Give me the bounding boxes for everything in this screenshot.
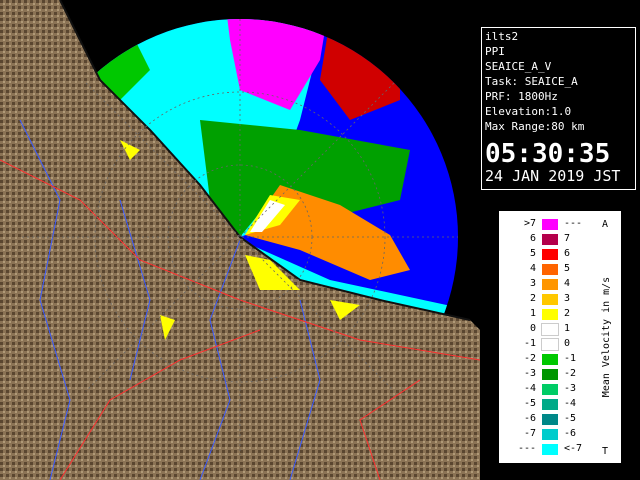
legend-swatch (542, 369, 558, 380)
product: PPI (485, 45, 505, 58)
legend-left-label: 3 (529, 278, 536, 289)
legend-left-label: >7 (523, 218, 536, 229)
legend-right-label: -6 (564, 428, 577, 439)
legend-right-label: -1 (564, 353, 577, 364)
legend-top-mark: A (602, 219, 608, 230)
legend-title-vertical: A Mean Velocity in m/s T (601, 219, 612, 457)
legend-right-label: -3 (564, 383, 577, 394)
legend-left-label: -3 (523, 368, 536, 379)
legend-left-label: 1 (529, 308, 536, 319)
legend-left-label: 0 (529, 323, 536, 334)
task: Task: SEAICE_A (485, 75, 578, 88)
legend-swatch (542, 354, 558, 365)
legend-bottom-mark: T (602, 446, 608, 457)
legend-left-label: -7 (523, 428, 536, 439)
legend-title: Mean Velocity in m/s (601, 277, 612, 397)
legend-left-label: --- (517, 443, 536, 454)
legend-right-label: 2 (564, 308, 571, 319)
legend-left-label: 6 (529, 233, 536, 244)
legend-right-label: 7 (564, 233, 571, 244)
legend-swatch (542, 309, 558, 320)
legend-swatch (542, 249, 558, 260)
legend-right-label: --- (564, 218, 583, 229)
legend-swatch (542, 444, 558, 455)
legend-right-label: 4 (564, 278, 571, 289)
legend-right-label: -2 (564, 368, 577, 379)
legend-left-label: -1 (523, 338, 536, 349)
legend-left-label: 2 (529, 293, 536, 304)
legend-left-label: -5 (523, 398, 536, 409)
legend-right-label: 6 (564, 248, 571, 259)
legend-left-label: -2 (523, 353, 536, 364)
legend-right-label: 5 (564, 263, 571, 274)
legend-left-label: -6 (523, 413, 536, 424)
legend-swatch (542, 294, 558, 305)
legend-swatch (542, 399, 558, 410)
legend-right-label: 3 (564, 293, 571, 304)
legend-right-label: 1 (564, 323, 571, 334)
legend-swatch (541, 323, 559, 336)
prf: PRF: 1800Hz (485, 90, 558, 103)
legend-left-label: 5 (529, 248, 536, 259)
legend-swatch (542, 279, 558, 290)
velocity-legend: >7 --- 6 7 5 6 4 5 3 4 2 3 1 2 0 1 -1 0 -2 -1 -3 -2 -4 -3 -5 -4 -6… (499, 211, 621, 463)
legend-left-label: -4 (523, 383, 536, 394)
radar-ppi-map (0, 0, 480, 480)
legend-right-label: -5 (564, 413, 577, 424)
legend-swatch (541, 338, 559, 351)
legend-right-label: <-7 (564, 443, 583, 454)
elevation: Elevation:1.0 (485, 105, 572, 118)
scan-date: 24 JAN 2019 JST (485, 167, 621, 185)
legend-left-label: 4 (529, 263, 536, 274)
scan-time: 05:30:35 (485, 139, 611, 169)
legend-swatch (542, 219, 558, 230)
max-range: Max Range:80 km (485, 120, 585, 133)
legend-swatch (542, 264, 558, 275)
legend-right-label: -4 (564, 398, 577, 409)
scan-info-panel: ilts2 PPI SEAICE_A_V Task: SEAICE_A PRF:… (481, 27, 636, 190)
legend-swatch (542, 234, 558, 245)
legend-swatch (542, 414, 558, 425)
site-name: ilts2 (485, 30, 519, 43)
legend-swatch (542, 384, 558, 395)
legend-swatch (542, 429, 558, 440)
legend-right-label: 0 (564, 338, 571, 349)
scan-name: SEAICE_A_V (485, 60, 552, 73)
